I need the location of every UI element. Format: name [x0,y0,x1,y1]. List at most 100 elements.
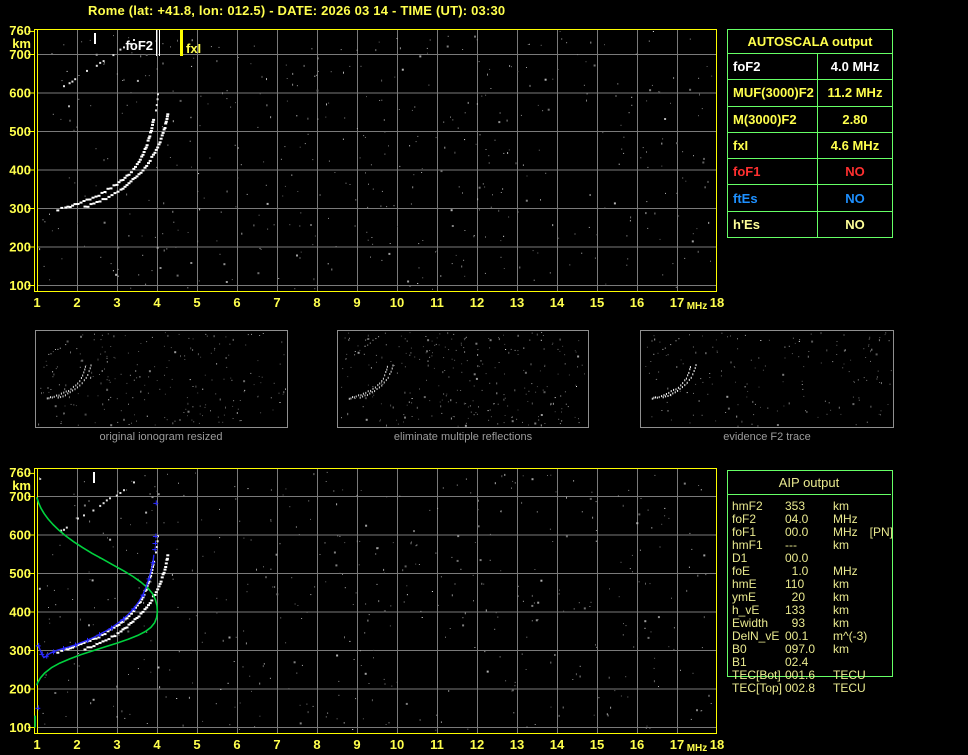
svg-text:700: 700 [9,47,31,62]
autoscala-row-value: 4.0 MHz [830,59,880,75]
autoscala-row-value: NO [845,190,865,206]
autoscala-app: 760 km 700 600 500 400 300 200 100 1 2 3 4 5 6 7 8 9 10 11 1… [0,0,968,755]
autoscala-row-label: h'Es [728,211,818,237]
svg-text:11: 11 [430,737,444,752]
autoscala-output-table: AUTOSCALA output foF2 4.0 MHz MUF(3000)F2 1… [727,29,893,238]
autoscala-row-value: 11.2 MHz [827,85,883,101]
svg-text:13: 13 [510,295,524,310]
svg-text:3: 3 [113,295,120,310]
svg-text:5: 5 [193,737,200,752]
autoscala-row-hes: h'Es NO [728,210,892,237]
svg-text:16: 16 [630,737,644,752]
aip-header-divider [727,494,891,495]
svg-text:fxI: fxI [186,41,201,56]
autoscala-row-value: 2.80 [842,111,868,127]
autoscala-row-fof2: foF2 4.0 MHz [728,53,892,80]
svg-text:13: 13 [510,737,524,752]
svg-text:2: 2 [73,737,80,752]
svg-text:100: 100 [9,720,31,735]
aip-row-delnve: DelN_vE 00.1 m^(-3) [727,630,907,643]
autoscala-row-label: MUF(3000)F2 [728,80,818,106]
aip-label: TEC[Top] [732,681,783,695]
autoscala-row-label: ftEs [728,185,818,211]
svg-text:16: 16 [630,295,644,310]
aip-row-d1: D1 00.0 [727,552,907,565]
bottom-ionogram-plot: 760km7006005004003002001001 2 3 4 5 6 7 8 9 10 11 1… [9,465,724,754]
svg-text:10: 10 [390,295,404,310]
aip-table-header: AIP output [778,474,840,490]
svg-text:300: 300 [9,201,31,216]
svg-text:11: 11 [430,295,444,310]
autoscala-table-header: AUTOSCALA output [747,34,873,49]
autoscala-row-ftes: ftEs NO [728,184,892,211]
autoscala-row-value: NO [845,216,865,232]
svg-text:10: 10 [390,737,404,752]
top-ionogram-plot: 760km7006005004003002001001 2 3 4 5 6 7 8 9 10 11 1… [9,23,724,312]
svg-text:7: 7 [273,737,280,752]
svg-text:14: 14 [550,295,565,310]
svg-text:700: 700 [9,489,31,504]
thumbnail-plot-1 [35,330,288,428]
autoscala-row-label: foF2 [728,54,818,80]
svg-text:8: 8 [313,295,320,310]
svg-text:9: 9 [353,737,360,752]
autoscala-row-m3000f2: M(3000)F2 2.80 [728,105,892,132]
svg-text:200: 200 [9,240,31,255]
aip-row-b0: B0 097.0 km [727,643,907,656]
autoscala-row-fxi: fxI 4.6 MHz [728,131,892,159]
svg-text:18: 18 [710,737,724,752]
page-title: Rome (lat: +41.8, lon: 012.5) - DATE: 20… [88,3,506,18]
aip-output-table: AIP output hmF2 353 km foF2 04.0 MHz foF1 00.0 M… [727,470,907,695]
svg-text:1: 1 [33,737,40,752]
svg-text:17: 17 [670,295,684,310]
svg-text:12: 12 [470,737,484,752]
svg-text:14: 14 [550,737,565,752]
svg-text:600: 600 [9,528,31,543]
svg-text:7: 7 [273,295,280,310]
svg-text:17: 17 [670,737,684,752]
autoscala-row-label: M(3000)F2 [728,106,818,132]
svg-text:MHz: MHz [687,301,708,312]
svg-text:100: 100 [9,278,31,293]
autoscala-row-value: 4.6 MHz [830,137,880,153]
svg-text:300: 300 [9,643,31,658]
svg-text:400: 400 [9,605,31,620]
aip-row-hmf1: hmF1 --- km [727,539,907,552]
svg-text:2: 2 [73,295,80,310]
autoscala-row-value: NO [845,164,865,180]
svg-text:6: 6 [233,295,240,310]
aip-extra: [PN] [869,525,894,539]
svg-text:MHz: MHz [687,743,708,754]
thumbnail-caption-original: original ionogram resized [99,431,223,443]
thumbnail-caption-evidence: evidence F2 trace [723,431,811,443]
svg-text:4: 4 [153,295,161,310]
aip-value: 002.8 [785,681,816,695]
svg-text:4: 4 [153,737,161,752]
autoscala-row-muf3000f2: MUF(3000)F2 11.2 MHz [728,79,892,106]
svg-text:1: 1 [33,295,40,310]
thumbnail-caption-eliminate: eliminate multiple reflections [393,431,533,443]
svg-text:15: 15 [590,295,604,310]
svg-text:9: 9 [353,295,360,310]
autoscala-row-label: foF1 [728,159,818,185]
svg-text:foF2: foF2 [126,38,153,53]
svg-text:5: 5 [193,295,200,310]
svg-text:15: 15 [590,737,604,752]
svg-text:18: 18 [710,295,724,310]
aip-unit: km [833,538,849,552]
thumbnail-plot-3 [640,330,894,428]
autoscala-row-label: fxI [728,132,818,159]
aip-row-tectop: TEC[Top] 002.8 TECU [727,682,907,695]
aip-unit: TECU [833,681,866,695]
svg-text:8: 8 [313,737,320,752]
svg-text:600: 600 [9,86,31,101]
aip-unit: km [833,642,849,656]
svg-text:6: 6 [233,737,240,752]
autoscala-row-fof1: foF1 NO [728,158,892,185]
svg-text:3: 3 [113,737,120,752]
thumbnail-plot-2 [337,330,589,428]
svg-text:200: 200 [9,682,31,697]
svg-text:12: 12 [470,295,484,310]
svg-text:500: 500 [9,566,31,581]
svg-text:500: 500 [9,124,31,139]
